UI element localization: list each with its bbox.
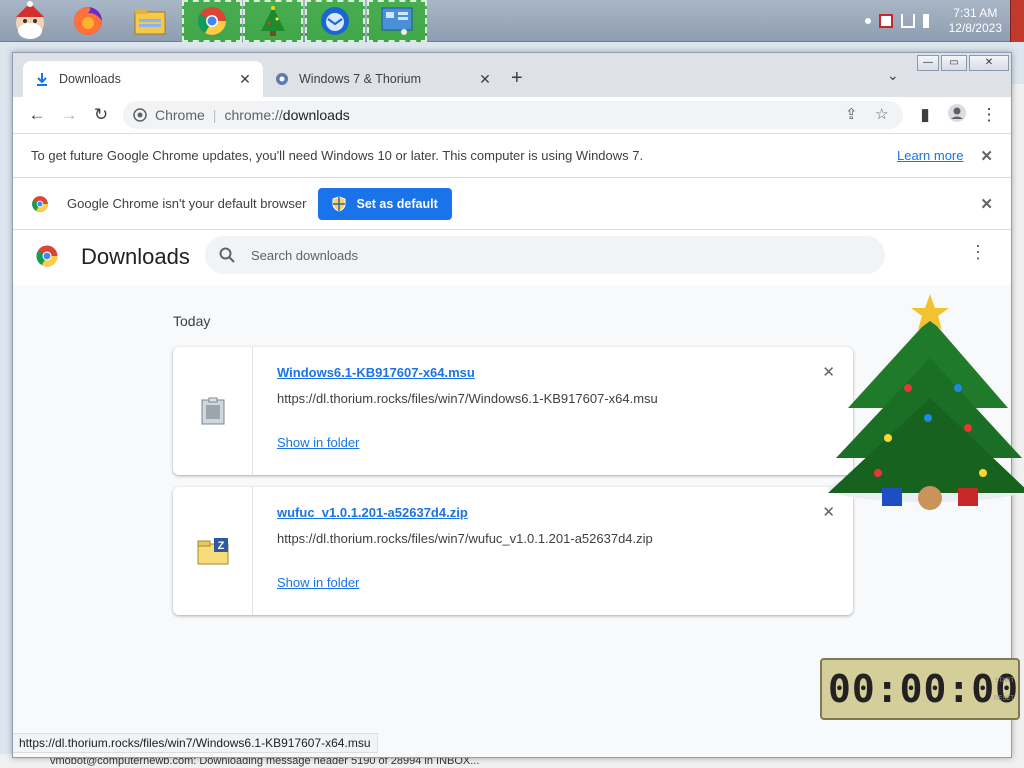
tab-close-icon[interactable]: ✕	[477, 71, 493, 88]
uac-shield-icon	[332, 195, 346, 212]
tab-downloads[interactable]: Downloads ✕	[23, 61, 263, 97]
set-as-default-button[interactable]: Set as default	[318, 187, 452, 220]
section-date-header: Today	[173, 313, 211, 329]
download-file-name-link[interactable]: wufuc_v1.0.1.201-a52637d4.zip	[277, 505, 468, 520]
omnibox[interactable]: Chrome | chrome:// downloads ⇪ ☆	[123, 101, 903, 129]
christmas-tree-widget[interactable]	[808, 288, 1024, 528]
bookmark-star-icon[interactable]: ☆	[875, 105, 888, 123]
share-icon[interactable]: ⇪	[845, 105, 858, 123]
back-button[interactable]: ←	[25, 103, 49, 127]
downloads-header: Downloads Search downloads ⋮	[13, 229, 1011, 285]
countdown-timer-widget[interactable]: 00:00:00 START RESET	[820, 658, 1020, 720]
show-in-folder-link[interactable]: Show in folder	[277, 575, 359, 590]
network-icon[interactable]	[900, 14, 915, 28]
msu-file-icon	[173, 347, 253, 475]
search-downloads-input[interactable]: Search downloads	[205, 236, 885, 274]
tab-label: Downloads	[59, 72, 121, 86]
update-infobar-close-icon[interactable]: ✕	[980, 147, 993, 165]
timer-side-label: RESET	[993, 696, 1014, 702]
zip-file-icon: Z	[173, 487, 253, 615]
santa-start-icon[interactable]	[0, 0, 60, 42]
chrome-taskbar-icon[interactable]	[182, 0, 242, 42]
chrome-logo-icon	[36, 245, 58, 267]
tray-dot-icon[interactable]	[864, 18, 871, 24]
reload-button[interactable]: ↻	[89, 103, 113, 127]
update-infobar: To get future Google Chrome updates, you…	[13, 133, 1011, 177]
firefox-icon[interactable]	[58, 0, 118, 42]
tab-close-icon[interactable]: ✕	[237, 71, 253, 88]
maximize-button[interactable]: ▭	[941, 55, 967, 71]
minimize-button[interactable]: —	[917, 55, 939, 71]
download-item: Z wufuc_v1.0.1.201-a52637d4.zip https://…	[173, 487, 853, 615]
omnibox-separator: |	[212, 107, 217, 123]
forward-button[interactable]: →	[57, 103, 81, 127]
page-title: Downloads	[81, 244, 190, 269]
link-status-bubble: https://dl.thorium.rocks/files/win7/Wind…	[13, 733, 378, 753]
clock-time: 7:31 AM	[953, 6, 998, 20]
close-window-button[interactable]: ✕	[969, 55, 1009, 71]
timer-side-label: START	[994, 678, 1014, 684]
tab-label: Windows 7 & Thorium	[299, 72, 422, 86]
download-url: https://dl.thorium.rocks/files/win7/wufu…	[277, 531, 653, 546]
learn-more-link[interactable]: Learn more	[897, 148, 963, 163]
tab-windows7-thorium[interactable]: Windows 7 & Thorium ✕	[263, 61, 503, 97]
volume-icon[interactable]	[922, 14, 937, 28]
svg-text:Z: Z	[217, 540, 224, 552]
omnibox-site-label: Chrome	[155, 107, 205, 123]
action-center-flag-icon[interactable]	[878, 14, 893, 28]
clock-date: 12/8/2023	[948, 21, 1002, 35]
search-placeholder: Search downloads	[251, 247, 358, 263]
update-infobar-text: To get future Google Chrome updates, you…	[31, 148, 644, 163]
tab-strip: Downloads ✕ Windows 7 & Thorium ✕ + ⌄ — …	[13, 53, 1011, 97]
show-in-folder-link[interactable]: Show in folder	[277, 435, 359, 450]
taskbar: 7:31 AM 12/8/2023	[0, 0, 1024, 42]
system-tray: 7:31 AM 12/8/2023	[864, 0, 1002, 42]
set-as-default-label: Set as default	[356, 196, 438, 211]
download-icon	[35, 72, 49, 86]
profile-avatar[interactable]	[945, 103, 969, 127]
downloads-more-menu-icon[interactable]: ⋮	[969, 242, 987, 263]
omnibox-path: downloads	[282, 107, 350, 123]
omnibox-scheme: chrome://	[224, 107, 283, 123]
clock[interactable]: 7:31 AM 12/8/2023	[949, 6, 1002, 36]
download-url: https://dl.thorium.rocks/files/win7/Wind…	[277, 391, 658, 406]
chrome-logo-icon	[32, 195, 48, 212]
control-panel-icon[interactable]	[367, 0, 427, 42]
download-item: Windows6.1-KB917607-x64.msu https://dl.t…	[173, 347, 853, 475]
side-panel-icon[interactable]: ▮	[913, 103, 937, 127]
default-infobar-close-icon[interactable]: ✕	[980, 195, 993, 213]
thorium-favicon-icon	[275, 72, 289, 86]
timer-display: 00:00:00	[828, 667, 1020, 711]
tab-search-chevron-icon[interactable]: ⌄	[887, 67, 899, 84]
toolbar: ← → ↻ Chrome | chrome:// downloads ⇪ ☆ ▮…	[13, 97, 1011, 133]
search-icon	[219, 247, 235, 263]
default-browser-text: Google Chrome isn't your default browser	[67, 196, 307, 211]
download-file-name-link[interactable]: Windows6.1-KB917607-x64.msu	[277, 365, 475, 380]
default-browser-infobar: Google Chrome isn't your default browser…	[13, 177, 1011, 229]
new-tab-button[interactable]: +	[511, 67, 523, 90]
chrome-menu-icon[interactable]: ⋮	[977, 103, 1001, 127]
chrome-site-icon	[133, 108, 147, 122]
show-desktop-button[interactable]	[1010, 0, 1024, 42]
xmas-tree-taskbar-icon[interactable]	[243, 0, 303, 42]
thunderbird-icon[interactable]	[305, 0, 365, 42]
file-explorer-icon[interactable]	[120, 0, 180, 42]
